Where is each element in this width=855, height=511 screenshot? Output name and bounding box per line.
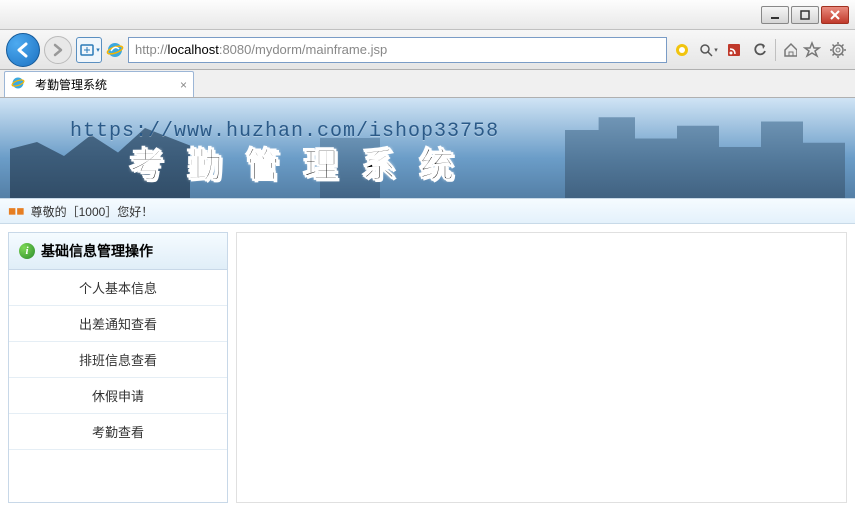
sidebar-item-trip-notice[interactable]: 出差通知查看	[9, 306, 227, 342]
back-button[interactable]	[6, 33, 40, 67]
url-prefix: http://	[135, 42, 168, 57]
info-icon: i	[19, 243, 35, 259]
sidebar: i 基础信息管理操作 个人基本信息 出差通知查看 排班信息查看 休假申请 考勤查…	[8, 232, 228, 503]
search-icon[interactable]: ▾	[697, 39, 719, 61]
tab-active[interactable]: 考勤管理系统 ×	[4, 71, 194, 97]
ie-icon	[11, 76, 29, 94]
page-content: https://www.huzhan.com/ishop33758 考勤管理系统…	[0, 98, 855, 511]
refresh-button[interactable]	[749, 39, 771, 61]
banner: https://www.huzhan.com/ishop33758 考勤管理系统	[0, 98, 855, 198]
address-bar[interactable]: http://localhost:8080/mydorm/mainframe.j…	[128, 37, 667, 63]
main-area	[236, 232, 847, 503]
banner-buildings-right	[565, 113, 845, 198]
banner-title: 考勤管理系统	[130, 138, 478, 187]
bullet-icon: ◼◼	[8, 206, 25, 217]
minimize-button[interactable]	[761, 6, 789, 24]
ie-icon	[106, 41, 124, 59]
greeting-text: 尊敬的［1000］您好！	[31, 203, 154, 220]
tab-close-icon[interactable]: ×	[180, 78, 187, 92]
browser-toolbar: ▾ http://localhost:8080/mydorm/mainframe…	[0, 30, 855, 70]
tab-title: 考勤管理系统	[35, 76, 107, 93]
tab-strip: 考勤管理系统 ×	[0, 70, 855, 98]
home-button[interactable]	[775, 39, 797, 61]
tools-button[interactable]	[827, 39, 849, 61]
sidebar-item-leave-request[interactable]: 休假申请	[9, 378, 227, 414]
feeds-icon[interactable]	[723, 39, 745, 61]
security-icon[interactable]	[671, 39, 693, 61]
url-host: localhost	[168, 42, 219, 57]
close-button[interactable]	[821, 6, 849, 24]
content-wrap: i 基础信息管理操作 个人基本信息 出差通知查看 排班信息查看 休假申请 考勤查…	[0, 224, 855, 511]
window-titlebar	[0, 0, 855, 30]
sidebar-item-schedule[interactable]: 排班信息查看	[9, 342, 227, 378]
sidebar-header: i 基础信息管理操作	[9, 233, 227, 270]
greeting-bar: ◼◼ 尊敬的［1000］您好！	[0, 198, 855, 224]
sidebar-item-attendance[interactable]: 考勤查看	[9, 414, 227, 450]
maximize-button[interactable]	[791, 6, 819, 24]
url-path: :8080/mydorm/mainframe.jsp	[219, 42, 387, 57]
sidebar-item-personal-info[interactable]: 个人基本信息	[9, 270, 227, 306]
sidebar-header-label: 基础信息管理操作	[41, 241, 153, 261]
compat-view-button[interactable]: ▾	[76, 37, 102, 63]
forward-button[interactable]	[44, 36, 72, 64]
favorites-button[interactable]	[801, 39, 823, 61]
